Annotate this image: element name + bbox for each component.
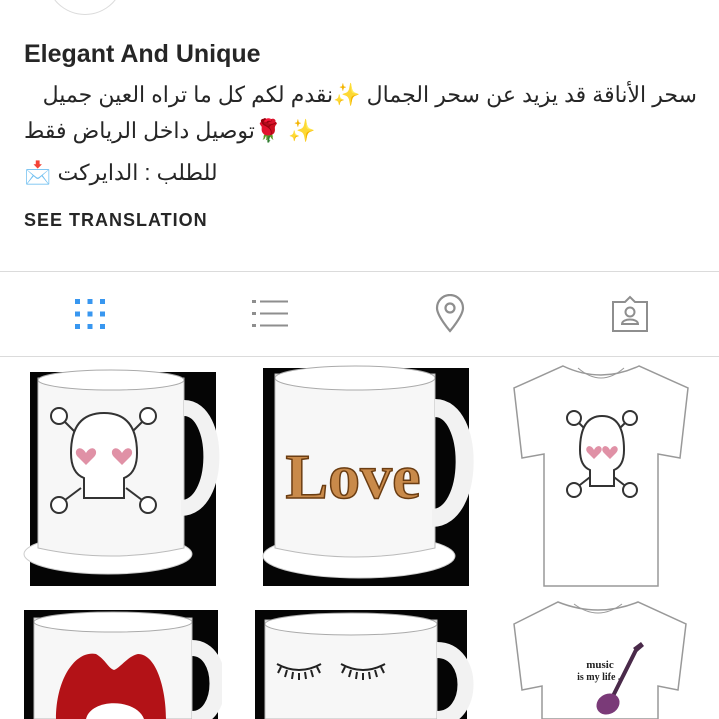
tab-location-view[interactable] — [428, 292, 472, 336]
music-tshirt-image: music is my life .. — [513, 601, 687, 719]
music-text-line2: is my life .. — [577, 672, 623, 683]
post-music-tshirt[interactable]: music is my life .. — [508, 598, 694, 719]
tabs-bottom-divider — [0, 356, 719, 357]
tab-grid-view[interactable] — [68, 292, 112, 336]
post-skull-mug[interactable] — [16, 358, 222, 595]
location-pin-icon — [435, 294, 465, 333]
profile-name: Elegant And Unique — [24, 40, 261, 68]
grid-icon — [75, 299, 105, 329]
list-icon — [252, 300, 288, 327]
post-love-mug[interactable]: Love — [247, 358, 475, 595]
lips-mug-image — [24, 610, 222, 719]
profile-avatar[interactable] — [46, 0, 124, 15]
tabs-top-divider — [0, 271, 719, 272]
love-mug-image: Love — [262, 365, 474, 586]
love-text: Love — [285, 441, 420, 512]
posts-grid: Love music is my life .. — [0, 358, 719, 719]
post-lips-mug[interactable] — [16, 598, 222, 719]
tab-tagged-view[interactable] — [608, 292, 652, 336]
music-text: music — [586, 659, 614, 671]
eyelashes-mug-image — [255, 610, 474, 719]
bio-line-1: سحر الأناقة قد يزيد عن سحر الجمال ✨نقدم … — [42, 82, 697, 107]
see-translation-link[interactable]: SEE TRANSLATION — [24, 210, 208, 231]
skull-mug-image — [23, 369, 220, 586]
skull-tshirt-image — [513, 365, 689, 587]
post-eyelashes-mug[interactable] — [247, 598, 475, 719]
bio-line-2: ✨ 🌹توصيل داخل الرياض فقط — [24, 118, 316, 143]
bio-line-3: للطلب : الدايركت 📩 — [24, 160, 218, 185]
post-skull-tshirt[interactable] — [508, 358, 694, 595]
tab-list-view[interactable] — [248, 292, 292, 336]
tagged-person-icon — [612, 295, 648, 332]
